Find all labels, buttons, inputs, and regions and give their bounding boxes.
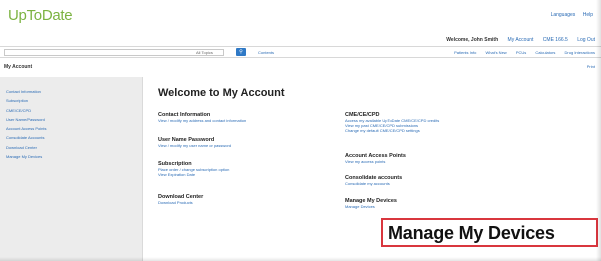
nav-patient-info[interactable]: Patients Info (454, 50, 476, 55)
nav-pcus[interactable]: PCUs (516, 50, 526, 55)
languages-link[interactable]: Languages (551, 12, 576, 18)
section-link[interactable]: View / modify my address and contact inf… (158, 118, 246, 123)
user-bar: Welcome, John Smith My Account CME 166.5… (438, 37, 595, 43)
section-access-points: Account Access Points View my access poi… (345, 153, 406, 164)
welcome-user: Welcome, John Smith (446, 37, 499, 43)
section-link[interactable]: View Expiration Date (158, 172, 229, 177)
search-icon: ⚲ (239, 49, 243, 55)
logout-link[interactable]: Log Out (577, 37, 595, 43)
contents-link[interactable]: Contents (258, 50, 274, 55)
sidebar: Contact Information Subscription CME/CE/… (0, 77, 143, 261)
section-link[interactable]: View my access points (345, 159, 406, 164)
section-contact-information: Contact Information View / modify my add… (158, 112, 246, 123)
section-manage-devices: Manage My Devices Manage Devices (345, 198, 397, 209)
search-scope-select[interactable]: All Topics (196, 50, 213, 55)
page: UpToDate Languages Help Welcome, John Sm… (0, 0, 601, 261)
callout-text: Manage My Devices (388, 223, 555, 243)
section-link[interactable]: Change my default CME/CE/CPD settings (345, 128, 439, 133)
section-link[interactable]: Consolidate my accounts (345, 181, 402, 186)
section-link[interactable]: View / modify my user name or password (158, 143, 231, 148)
sidebar-item-subscription[interactable]: Subscription (6, 98, 142, 103)
nav-drug-interactions[interactable]: Drug Interactions (565, 50, 595, 55)
uptodate-logo[interactable]: UpToDate (8, 7, 73, 24)
section-subscription: Subscription Place order / change subscr… (158, 161, 229, 177)
title-bar: My Account Print (0, 60, 601, 74)
sidebar-item-access-points[interactable]: Account Access Points (6, 126, 142, 131)
section-username-password: User Name Password View / modify my user… (158, 137, 231, 148)
search-button[interactable]: ⚲ (236, 48, 246, 56)
section-consolidate-accounts: Consolidate accounts Consolidate my acco… (345, 175, 402, 186)
manage-devices-callout: Manage My Devices (381, 218, 598, 247)
section-link[interactable]: Download Products (158, 200, 203, 205)
edge-shadow (0, 257, 601, 261)
section-download-center: Download Center Download Products (158, 194, 203, 205)
nav-whats-new[interactable]: What's New (485, 50, 506, 55)
my-account-link[interactable]: My Account (508, 37, 534, 43)
search-input[interactable] (4, 49, 224, 56)
print-link[interactable]: Print (587, 64, 595, 69)
sidebar-item-username-password[interactable]: User Name/Password (6, 117, 142, 122)
search-bar: All Topics ⚲ Contents Patients Info What… (0, 46, 601, 58)
page-title: My Account (4, 64, 33, 70)
sidebar-item-download-center[interactable]: Download Center (6, 145, 142, 150)
sidebar-item-cme[interactable]: CME/CE/CPD (6, 108, 142, 113)
help-link[interactable]: Help (583, 12, 593, 18)
section-link[interactable]: Manage Devices (345, 204, 397, 209)
edge-shadow (596, 0, 601, 261)
cme-link[interactable]: CME 166.5 (543, 37, 568, 43)
nav-calculators[interactable]: Calculators (535, 50, 555, 55)
welcome-heading: Welcome to My Account (158, 87, 285, 99)
section-cme: CME/CE/CPD Access my available UpToDate … (345, 112, 439, 133)
sidebar-item-contact-information[interactable]: Contact Information (6, 89, 142, 94)
sidebar-item-consolidate[interactable]: Consolidate Accounts (6, 135, 142, 140)
sidebar-item-manage-devices[interactable]: Manage My Devices (6, 154, 142, 159)
nav-links: Patients Info What's New PCUs Calculator… (446, 50, 595, 55)
top-links: Languages Help (545, 12, 593, 18)
